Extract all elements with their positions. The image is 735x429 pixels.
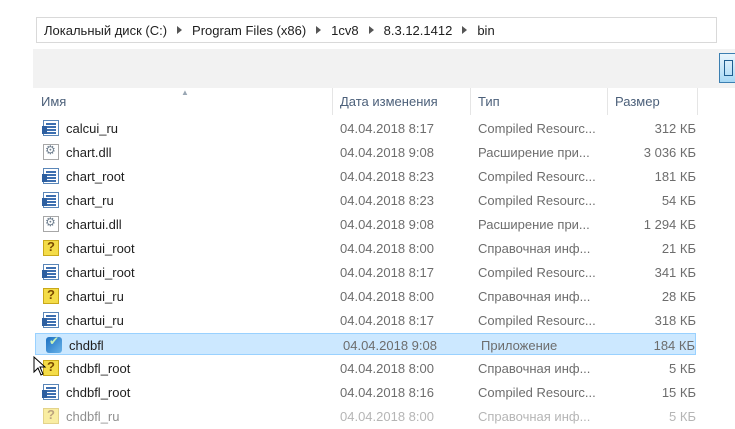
column-header-size[interactable]: Размер: [607, 88, 697, 115]
file-type: Расширение при...: [478, 145, 590, 160]
file-row[interactable]: chartui_root 04.04.2018 8:17 Compiled Reso…: [33, 261, 696, 283]
file-date: 04.04.2018 8:00: [340, 409, 434, 424]
file-name: chdbfl_root: [66, 385, 131, 400]
file-name: chartui_ru: [66, 289, 124, 304]
view-pane-button[interactable]: [719, 53, 735, 83]
file-size: 184 КБ: [653, 338, 695, 353]
file-date: 04.04.2018 9:08: [340, 145, 434, 160]
file-size: 312 КБ: [654, 121, 696, 136]
file-name: chart_ru: [66, 193, 114, 208]
file-size: 54 КБ: [661, 193, 696, 208]
file-date: 04.04.2018 8:17: [340, 121, 434, 136]
resource-file-icon: [42, 168, 59, 184]
sort-ascending-icon: ▲: [181, 88, 189, 97]
breadcrumb-separator-icon[interactable]: [462, 26, 468, 34]
help-file-icon: [43, 239, 59, 256]
file-size: 5 КБ: [669, 361, 696, 376]
resource-file-icon: [42, 264, 59, 280]
file-row[interactable]: chdbfl_root 04.04.2018 8:00 Справочная инф…: [33, 357, 696, 379]
file-type: Расширение при...: [478, 217, 590, 232]
command-bar: [33, 49, 735, 88]
file-date: 04.04.2018 8:00: [340, 289, 434, 304]
resource-file-icon: [42, 120, 59, 136]
file-size: 15 КБ: [661, 385, 696, 400]
file-row[interactable]: chart.dll 04.04.2018 9:08 Расширение при..…: [33, 141, 696, 163]
address-bar[interactable]: Локальный диск (C:) Program Files (x86) …: [36, 17, 717, 43]
mouse-cursor-icon: [33, 356, 47, 376]
file-type: Справочная инф...: [478, 409, 591, 424]
resource-file-icon: [42, 384, 59, 400]
column-divider[interactable]: [697, 88, 698, 115]
dll-file-icon: [43, 143, 59, 160]
file-row[interactable]: chart_ru 04.04.2018 8:23 Compiled Resourc.…: [33, 189, 696, 211]
file-row[interactable]: chartui_ru 04.04.2018 8:00 Справочная инф.…: [33, 285, 696, 307]
breadcrumb-item-bin[interactable]: bin: [477, 23, 494, 38]
breadcrumb: Локальный диск (C:) Program Files (x86) …: [44, 18, 495, 42]
help-file-icon: [43, 287, 59, 304]
breadcrumb-item-program-files[interactable]: Program Files (x86): [192, 23, 306, 38]
file-date: 04.04.2018 9:08: [343, 338, 437, 353]
resource-file-icon: [42, 312, 59, 328]
file-name: chart_root: [66, 169, 125, 184]
file-row[interactable]: chartui_ru 04.04.2018 8:17 Compiled Resour…: [33, 309, 696, 331]
file-name: calcui_ru: [66, 121, 119, 136]
file-size: 181 КБ: [654, 169, 696, 184]
breadcrumb-separator-icon[interactable]: [177, 26, 183, 34]
file-row[interactable]: chart_root 04.04.2018 8:23 Compiled Resour…: [33, 165, 696, 187]
file-name: chartui_root: [66, 265, 135, 280]
file-name: chartui_root: [66, 241, 135, 256]
column-header-date[interactable]: Дата изменения: [332, 88, 470, 115]
file-size: 341 КБ: [654, 265, 696, 280]
file-name: chart.dll: [66, 145, 112, 160]
file-row[interactable]: chdbfl 04.04.2018 9:08 Приложение 184 КБ: [35, 333, 696, 355]
breadcrumb-item-drive[interactable]: Локальный диск (C:): [44, 23, 167, 38]
breadcrumb-item-version[interactable]: 8.3.12.1412: [384, 23, 453, 38]
file-size: 3 036 КБ: [643, 145, 696, 160]
file-size: 318 КБ: [654, 313, 696, 328]
file-size: 5 КБ: [669, 409, 696, 424]
file-date: 04.04.2018 8:00: [340, 361, 434, 376]
file-row[interactable]: chartui_root 04.04.2018 8:00 Справочная ин…: [33, 237, 696, 259]
pane-icon: [724, 60, 733, 76]
breadcrumb-separator-icon[interactable]: [368, 26, 374, 34]
file-name: chartui.dll: [66, 217, 122, 232]
file-row[interactable]: chartui.dll 04.04.2018 9:08 Расширение при…: [33, 213, 696, 235]
file-row[interactable]: chdbfl_root 04.04.2018 8:16 Compiled Resou…: [33, 381, 696, 403]
resource-file-icon: [42, 192, 59, 208]
file-type: Приложение: [481, 338, 558, 353]
file-date: 04.04.2018 8:16: [340, 385, 434, 400]
file-name: chdbfl_root: [66, 361, 131, 376]
file-name: chartui_ru: [66, 313, 124, 328]
breadcrumb-item-1cv8[interactable]: 1cv8: [331, 23, 358, 38]
file-date: 04.04.2018 8:23: [340, 169, 434, 184]
file-date: 04.04.2018 8:17: [340, 265, 434, 280]
breadcrumb-separator-icon[interactable]: [316, 26, 322, 34]
file-row[interactable]: chdbfl_ru 04.04.2018 8:00 Справочная инф..…: [33, 405, 696, 427]
file-size: 28 КБ: [661, 289, 696, 304]
file-type: Справочная инф...: [478, 361, 591, 376]
file-size: 1 294 КБ: [643, 217, 696, 232]
dll-file-icon: [43, 215, 59, 232]
file-name: chdbfl: [69, 338, 104, 353]
application-icon: [46, 334, 62, 353]
file-type: Справочная инф...: [478, 241, 591, 256]
file-date: 04.04.2018 8:00: [340, 241, 434, 256]
file-date: 04.04.2018 9:08: [340, 217, 434, 232]
help-file-icon: [43, 407, 59, 424]
file-name: chdbfl_ru: [66, 409, 120, 424]
column-header-row: Имя ▲ Дата изменения Тип Размер: [33, 88, 735, 115]
file-type: Справочная инф...: [478, 289, 591, 304]
file-size: 21 КБ: [661, 241, 696, 256]
column-header-type[interactable]: Тип: [470, 88, 607, 115]
file-date: 04.04.2018 8:23: [340, 193, 434, 208]
file-date: 04.04.2018 8:17: [340, 313, 434, 328]
file-row[interactable]: calcui_ru 04.04.2018 8:17 Compiled Resourc…: [33, 117, 696, 139]
